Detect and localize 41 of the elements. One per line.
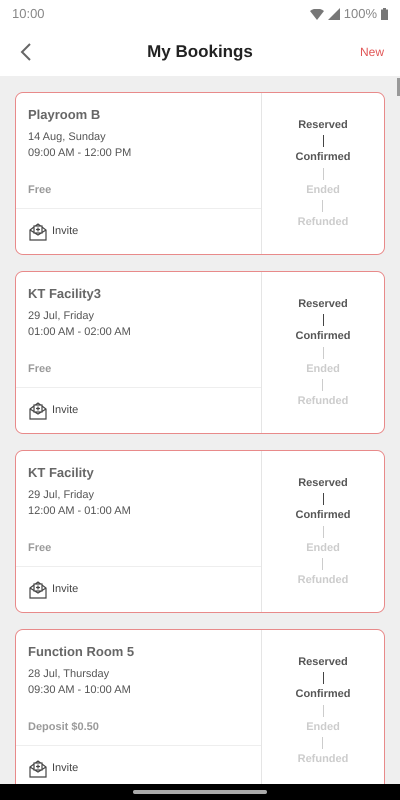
envelope-icon (28, 580, 48, 600)
booking-price: Deposit $0.50 (28, 720, 100, 734)
booking-date: 28 Jul, Thursday (28, 666, 110, 682)
booking-price: Free (28, 540, 52, 556)
scrollbar (397, 78, 400, 96)
invite-button[interactable]: Invite (28, 758, 78, 778)
envelope-icon (28, 222, 48, 242)
facility-name: Playroom B (28, 106, 102, 124)
booking-date: 29 Jul, Friday (28, 308, 96, 324)
status-time: 10:00 (12, 5, 45, 24)
booking-date: 29 Jul, Friday (28, 488, 96, 502)
status-step: Confirmed (296, 328, 350, 344)
wifi-icon (310, 8, 324, 20)
envelope-icon (28, 758, 48, 778)
new-button[interactable]: New (360, 43, 384, 61)
facility-name: KT Facility (28, 464, 95, 482)
battery-icon (381, 8, 388, 20)
booking-time: 12:00 AM - 01:00 AM (28, 504, 132, 519)
status-step: Reserved (298, 116, 348, 133)
booking-price: Free (28, 362, 52, 376)
booking-price: Free (28, 182, 52, 198)
page-title: My Bookings (147, 41, 253, 64)
status-step: Confirmed (296, 149, 350, 166)
battery-level: 100% (344, 5, 377, 24)
booking-time: 09:30 AM - 10:00 AM (28, 683, 132, 698)
facility-name: KT Facility3 (28, 285, 102, 303)
invite-button[interactable]: Invite (28, 222, 78, 242)
status-step: Confirmed (296, 507, 350, 524)
invite-button[interactable]: Invite (28, 580, 78, 600)
back-icon (20, 43, 32, 61)
booking-time: 01:00 AM - 02:00 AM (28, 325, 132, 340)
booking-time: 09:00 AM - 12:00 PM (28, 146, 132, 161)
envelope-icon (28, 400, 48, 420)
status-step: Reserved (298, 474, 348, 491)
status-step: Reserved (298, 296, 348, 312)
invite-button[interactable]: Invite (28, 400, 78, 420)
facility-name: Function Room 5 (28, 643, 136, 661)
signal-icon (328, 8, 340, 20)
booking-date: 14 Aug, Sunday (28, 130, 107, 144)
status-step: Reserved (298, 654, 348, 670)
status-step: Confirmed (296, 686, 350, 702)
